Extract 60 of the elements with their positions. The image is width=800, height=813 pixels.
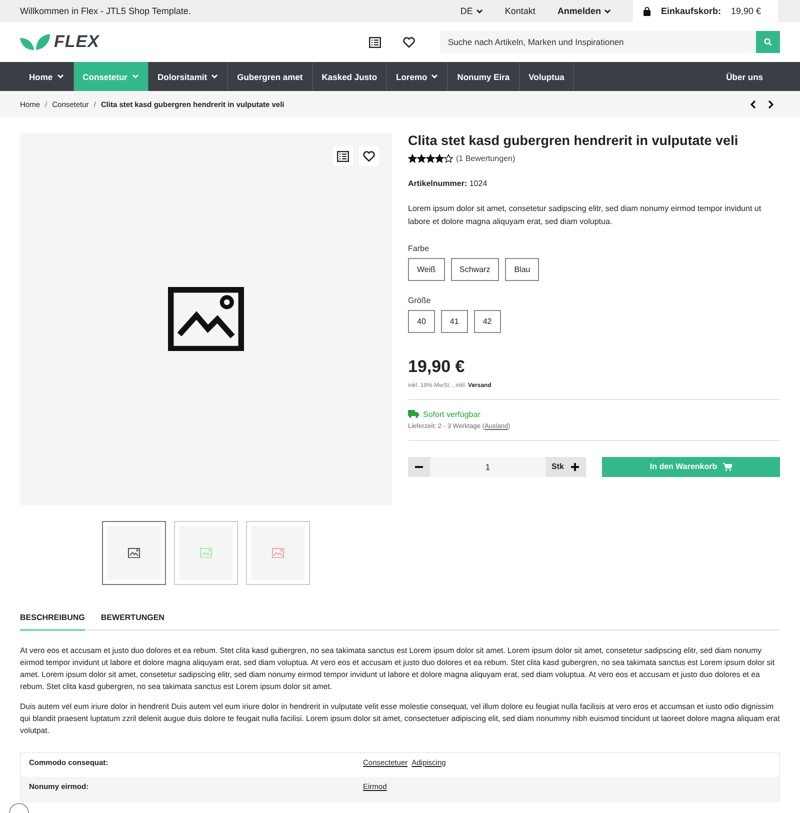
availability-text: Sofort verfügbar [423,410,480,419]
thumbnail[interactable] [246,521,310,585]
login-menu[interactable]: Anmelden [557,6,611,16]
chevron-down-icon [604,8,611,14]
decrease-button[interactable] [408,456,430,477]
chevron-down-icon [476,8,483,14]
welcome-text: Willkommen in Flex - JTL5 Shop Template. [20,6,191,16]
sku-value: 1024 [469,179,488,188]
star-filled-icon [435,154,444,163]
leaf-logo-icon [20,33,50,51]
list-icon[interactable] [369,36,381,48]
contact-link[interactable]: Kontakt [504,6,536,16]
star-filled-icon [408,154,417,163]
variation-option[interactable]: 42 [474,310,501,333]
heart-icon[interactable] [403,36,415,48]
cart-label: Einkaufskorb: [660,6,721,16]
chevron-down-icon [211,74,218,79]
variation-label: Größe [408,296,432,305]
minus-icon [415,466,423,468]
chevron-down-icon [431,74,438,79]
thumbnail[interactable] [102,521,166,585]
tab[interactable]: BEWERTUNGEN [100,611,164,631]
search-field[interactable]: Suche nach Artikeln, Marken und Inspirationen [440,31,756,53]
star-filled-icon [417,154,426,163]
chevron-down-icon [132,74,138,79]
search-icon [764,38,772,46]
language-selector[interactable]: DE [460,6,483,16]
nav-item[interactable]: Über uns [726,62,780,91]
increase-button[interactable] [564,456,586,477]
thumbnail[interactable] [174,521,238,585]
cart-total: 19,90 € [730,6,761,16]
compare-button[interactable] [333,146,353,166]
list-icon[interactable] [337,150,349,162]
variation-option[interactable]: 41 [440,310,468,333]
variation-option[interactable]: 40 [408,310,435,333]
chevron-down-icon [56,74,64,79]
truck-icon [408,410,419,418]
plus-icon [571,462,579,471]
quantity-field[interactable]: 1 [430,456,546,477]
tab[interactable]: BESCHREIBUNG [20,611,85,631]
sku-label: Artikelnummer: [408,179,468,188]
price: 19,90 € [408,356,466,377]
reviews-link[interactable]: (1 Bewertungen) [456,154,516,163]
heart-icon[interactable] [363,150,375,162]
variation-option[interactable]: Schwarz [450,258,500,281]
unit-label: Stk [546,456,564,477]
star-filled-icon [426,154,435,163]
product-title: Clita stet kasd gubergren hendrerit in vulputate veli [408,133,740,148]
cart-icon [723,462,732,471]
chevron-left-icon[interactable] [750,100,756,108]
chevron-right-icon[interactable] [768,100,774,108]
short-description: Lorem ipsum dolor sit amet, consetetur sadipscing elitr, sed diam nonumy eirmod tempor invidunt ut labore et dolore magna aliquyam erat, sed diam voluptua. [408,203,762,228]
variation-label: Farbe [408,244,430,253]
variation-option[interactable]: Weiß [408,258,445,281]
variation-option[interactable]: Blau [505,258,540,281]
wishlist-button[interactable] [359,146,379,166]
logo-text[interactable]: FLEX [54,32,100,52]
cart-panel[interactable]: Einkaufskorb: 19,90 € [632,0,778,22]
image-placeholder-icon [168,286,244,352]
shopping-bag-icon [642,6,651,16]
